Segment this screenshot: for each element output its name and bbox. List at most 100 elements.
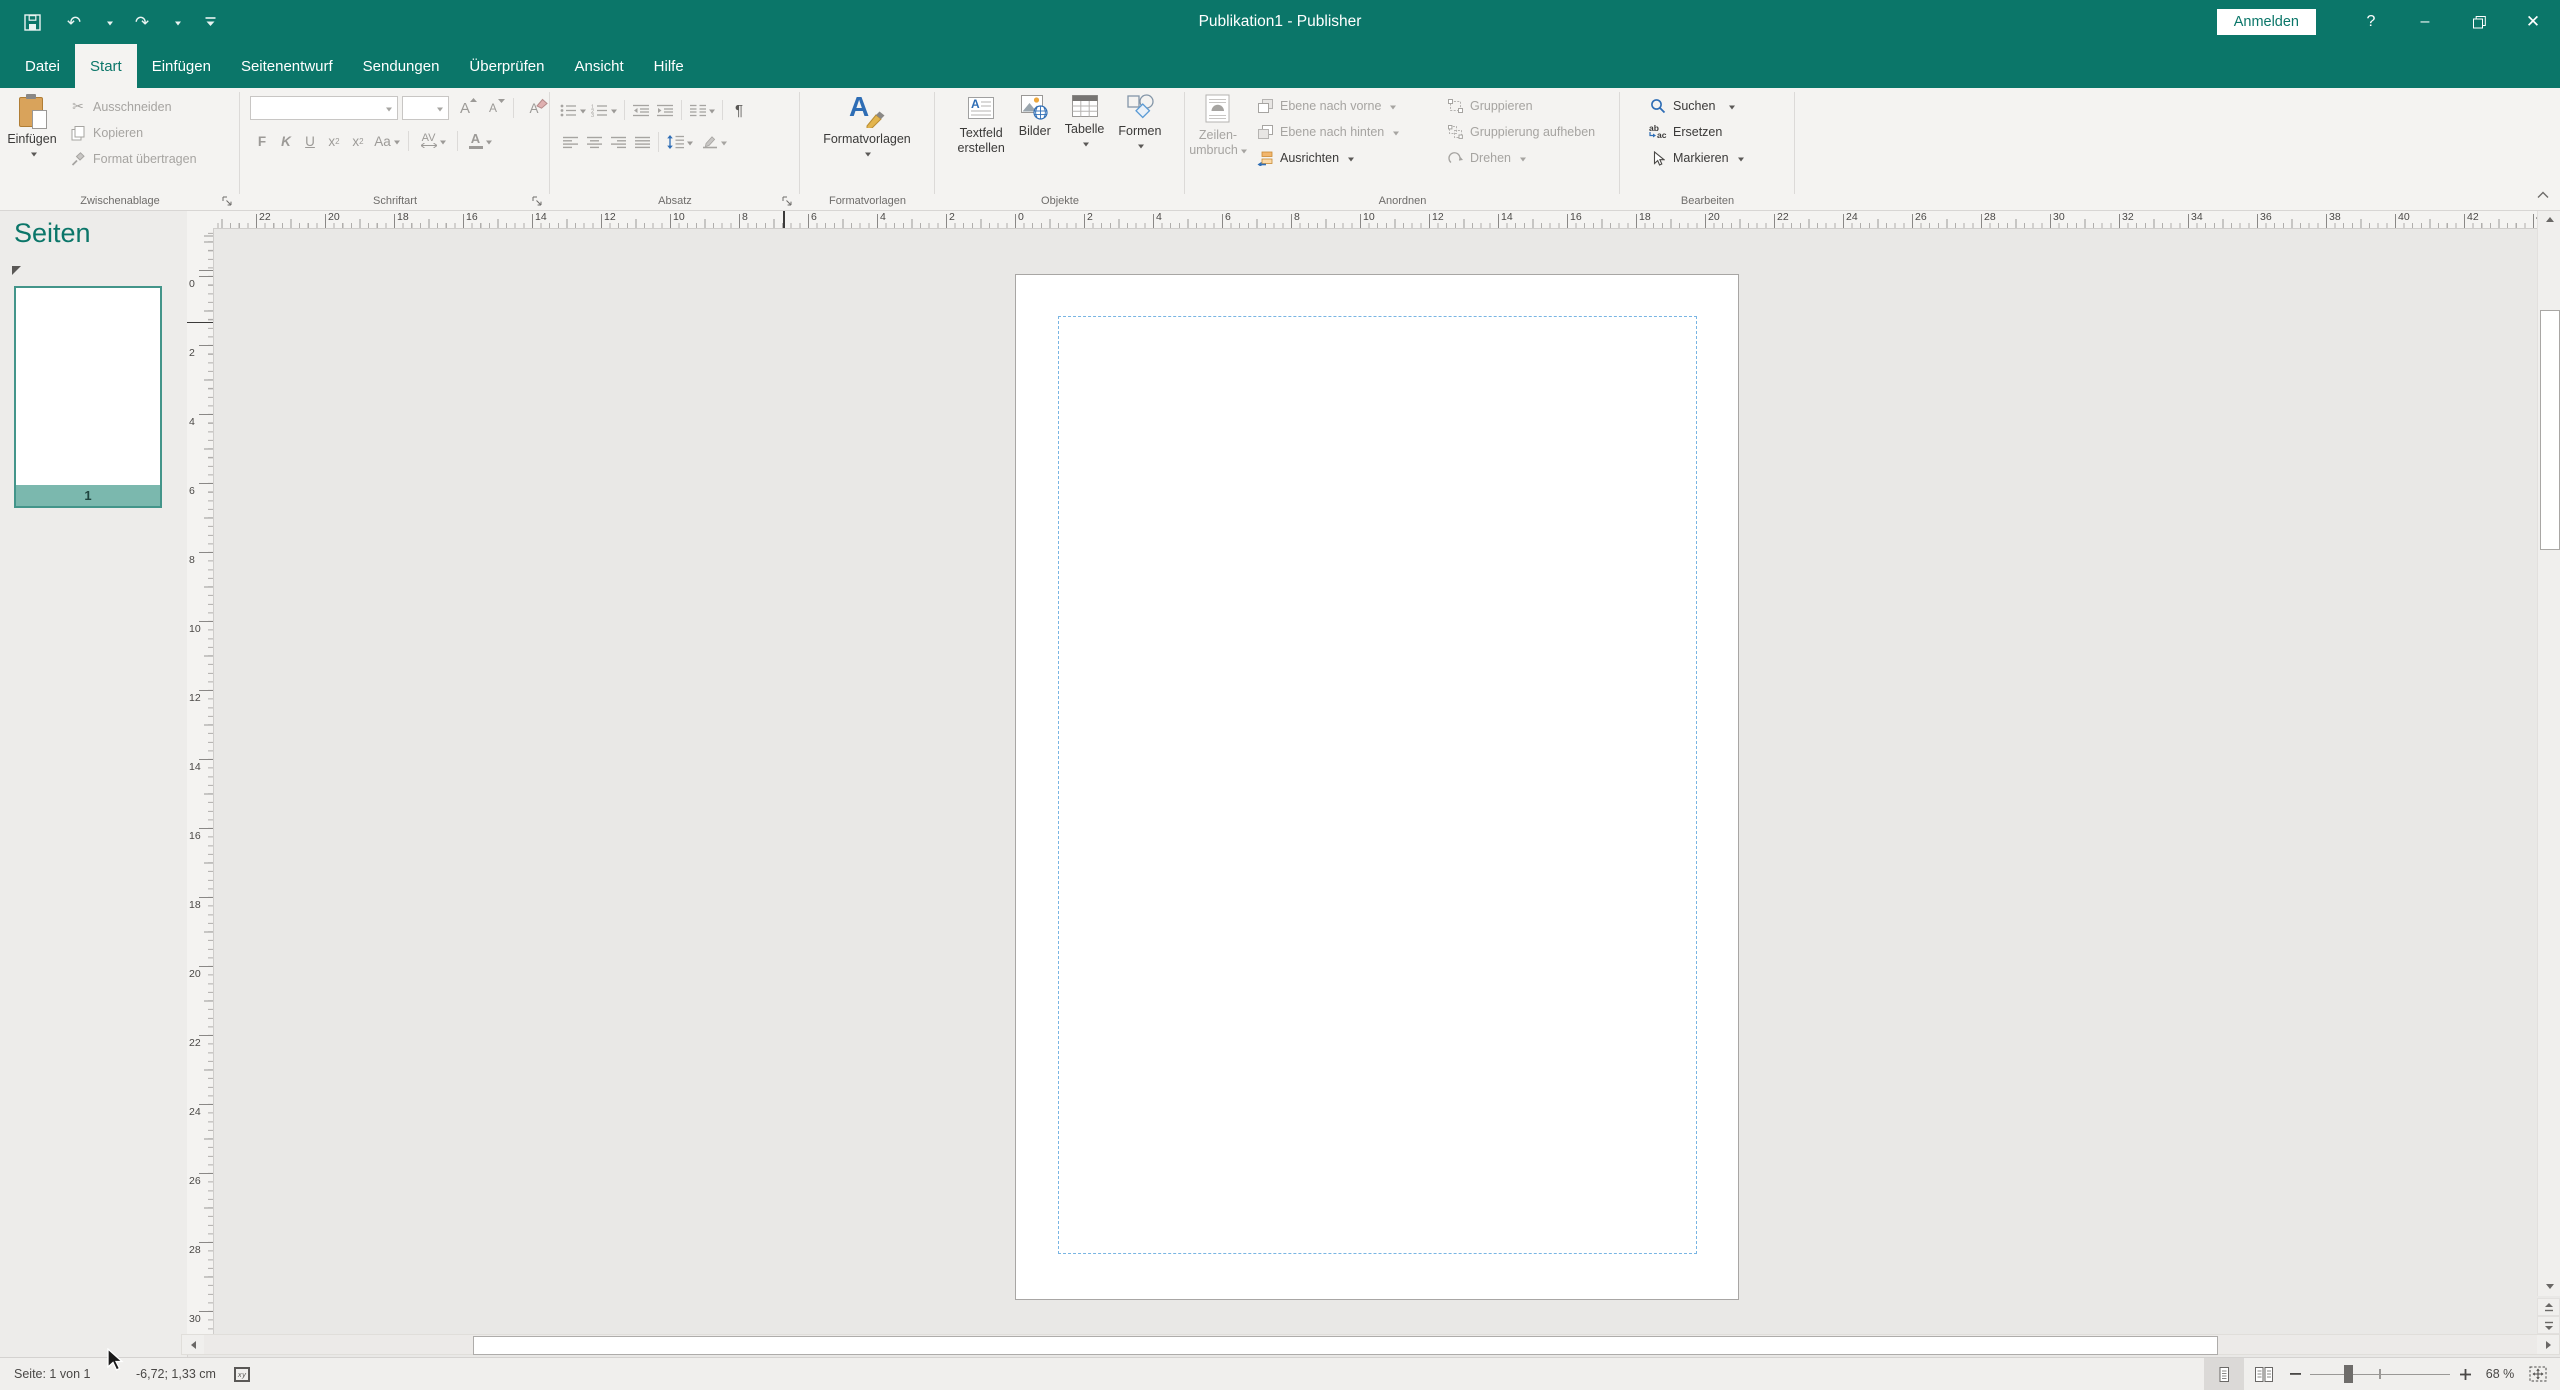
- bold-button[interactable]: F: [250, 129, 274, 153]
- redo-button[interactable]: ↷: [128, 7, 156, 37]
- page-thumbnail[interactable]: 1: [14, 286, 162, 508]
- decrease-indent-button[interactable]: [629, 98, 653, 122]
- bullets-button[interactable]: [558, 98, 588, 122]
- workspace-canvas[interactable]: [213, 228, 2537, 1338]
- scroll-up-button[interactable]: [2538, 210, 2560, 229]
- subscript-button[interactable]: x2: [322, 129, 346, 153]
- send-backward-button[interactable]: Ebene nach hinten: [1251, 119, 1441, 145]
- text-wrap-button[interactable]: Zeilen-umbruch: [1185, 91, 1251, 183]
- page-indicator[interactable]: Seite: 1 von 1: [14, 1367, 110, 1381]
- single-page-view-button[interactable]: [2204, 1358, 2244, 1390]
- chevron-down-icon: [1083, 143, 1089, 150]
- underline-button[interactable]: U: [298, 129, 322, 153]
- fit-page-button[interactable]: [2524, 1358, 2552, 1390]
- superscript-button[interactable]: x2: [346, 129, 370, 153]
- tab-seitenentwurf[interactable]: Seitenentwurf: [226, 44, 348, 88]
- undo-dropdown[interactable]: [102, 7, 114, 37]
- table-button[interactable]: Tabelle: [1059, 91, 1111, 183]
- horizontal-ruler[interactable]: 2220181614121086420246810121416182022242…: [213, 210, 2537, 229]
- format-painter-button[interactable]: Format übertragen: [64, 146, 202, 172]
- align-objects-button[interactable]: Ausrichten: [1251, 145, 1441, 171]
- dialog-launcher-clipboard[interactable]: [222, 194, 234, 206]
- bring-forward-button[interactable]: Ebene nach vorne: [1251, 93, 1441, 119]
- group-objects-button[interactable]: Gruppieren: [1441, 93, 1600, 119]
- grow-font-button[interactable]: A: [453, 96, 477, 120]
- character-spacing-button[interactable]: AV: [413, 129, 453, 153]
- h-ruler-number: 16: [1570, 212, 1582, 223]
- restore-button[interactable]: [2452, 0, 2506, 44]
- scroll-left-button[interactable]: [182, 1335, 204, 1354]
- align-left-button[interactable]: [558, 130, 582, 154]
- save-button[interactable]: [18, 7, 46, 37]
- cut-button[interactable]: ✂ Ausschneiden: [64, 94, 202, 120]
- clear-formatting-button[interactable]: A: [522, 96, 546, 120]
- dialog-launcher-font[interactable]: [532, 194, 544, 206]
- tab-einfuegen[interactable]: Einfügen: [137, 44, 226, 88]
- align-right-button[interactable]: [606, 130, 630, 154]
- vertical-ruler[interactable]: 024681012141618202224262830: [187, 228, 214, 1338]
- collapse-panel-icon[interactable]: [12, 266, 21, 275]
- horizontal-scrollbar-thumb[interactable]: [473, 1336, 2218, 1355]
- find-button[interactable]: Suchen: [1644, 93, 1794, 119]
- font-name-combobox[interactable]: [250, 96, 398, 120]
- h-ruler-number: 28: [1984, 212, 1996, 223]
- tab-datei[interactable]: Datei: [10, 44, 75, 88]
- borders-button[interactable]: [697, 130, 731, 154]
- change-case-button[interactable]: Aa: [370, 129, 404, 153]
- scroll-right-button[interactable]: [2537, 1335, 2559, 1354]
- rotate-objects-button[interactable]: Drehen: [1441, 145, 1600, 171]
- sign-in-button[interactable]: Anmelden: [2217, 9, 2316, 35]
- zoom-out-button[interactable]: [2284, 1358, 2306, 1390]
- next-page-button[interactable]: [2537, 1316, 2560, 1334]
- tab-hilfe[interactable]: Hilfe: [639, 44, 699, 88]
- font-color-button[interactable]: A: [462, 129, 498, 153]
- columns-button[interactable]: [686, 98, 718, 122]
- two-page-spread-button[interactable]: [2244, 1358, 2284, 1390]
- numbering-button[interactable]: 123: [588, 98, 620, 122]
- align-center-button[interactable]: [582, 130, 606, 154]
- help-button[interactable]: ?: [2344, 0, 2398, 44]
- customize-qat-button[interactable]: [196, 7, 224, 37]
- zoom-slider[interactable]: [2310, 1358, 2450, 1390]
- redo-dropdown[interactable]: [170, 7, 182, 37]
- replace-button[interactable]: ab ac Ersetzen: [1644, 119, 1794, 145]
- publication-page[interactable]: [1015, 274, 1739, 1300]
- minus-icon: [2290, 1373, 2301, 1375]
- undo-button[interactable]: ↶: [60, 7, 88, 37]
- select-button[interactable]: Markieren: [1644, 145, 1794, 171]
- pictures-button[interactable]: Bilder: [1013, 91, 1057, 183]
- cursor-position-indicator[interactable]: -6,72; 1,33 cm: [136, 1367, 216, 1381]
- shapes-button[interactable]: Formen: [1112, 91, 1167, 183]
- tab-start[interactable]: Start: [75, 44, 137, 88]
- chevron-down-icon: [1393, 131, 1399, 138]
- tab-ansicht[interactable]: Ansicht: [559, 44, 638, 88]
- ungroup-objects-button[interactable]: Gruppierung aufheben: [1441, 119, 1600, 145]
- tab-ueberpruefen[interactable]: Überprüfen: [454, 44, 559, 88]
- replace-icon: ab ac: [1649, 125, 1667, 139]
- close-button[interactable]: ✕: [2506, 0, 2560, 44]
- zoom-slider-thumb[interactable]: [2344, 1365, 2353, 1383]
- zoom-in-button[interactable]: [2454, 1358, 2476, 1390]
- draw-textbox-button[interactable]: A Textfelderstellen: [952, 91, 1011, 183]
- copy-button[interactable]: Kopieren: [64, 120, 202, 146]
- paste-button[interactable]: Einfügen: [0, 91, 64, 183]
- collapse-ribbon-button[interactable]: [2536, 186, 2550, 204]
- tab-sendungen[interactable]: Sendungen: [348, 44, 455, 88]
- increase-indent-button[interactable]: [653, 98, 677, 122]
- vertical-scrollbar[interactable]: [2537, 210, 2560, 1296]
- group-label: Zwischenablage: [0, 195, 240, 207]
- justify-button[interactable]: [630, 130, 654, 154]
- scroll-down-button[interactable]: [2538, 1277, 2560, 1296]
- dialog-launcher-paragraph[interactable]: [782, 194, 794, 206]
- line-spacing-button[interactable]: [663, 130, 697, 154]
- font-size-combobox[interactable]: [402, 96, 449, 120]
- styles-button[interactable]: A Formatvorlagen: [817, 91, 917, 183]
- italic-button[interactable]: K: [274, 129, 298, 153]
- horizontal-scrollbar[interactable]: [181, 1334, 2560, 1355]
- previous-page-button[interactable]: [2537, 1298, 2560, 1316]
- shrink-font-button[interactable]: A: [481, 96, 505, 120]
- show-formatting-button[interactable]: ¶: [727, 98, 751, 122]
- zoom-percentage[interactable]: 68 %: [2476, 1367, 2524, 1381]
- vertical-scrollbar-thumb[interactable]: [2540, 310, 2560, 550]
- minimize-button[interactable]: –: [2398, 0, 2452, 44]
